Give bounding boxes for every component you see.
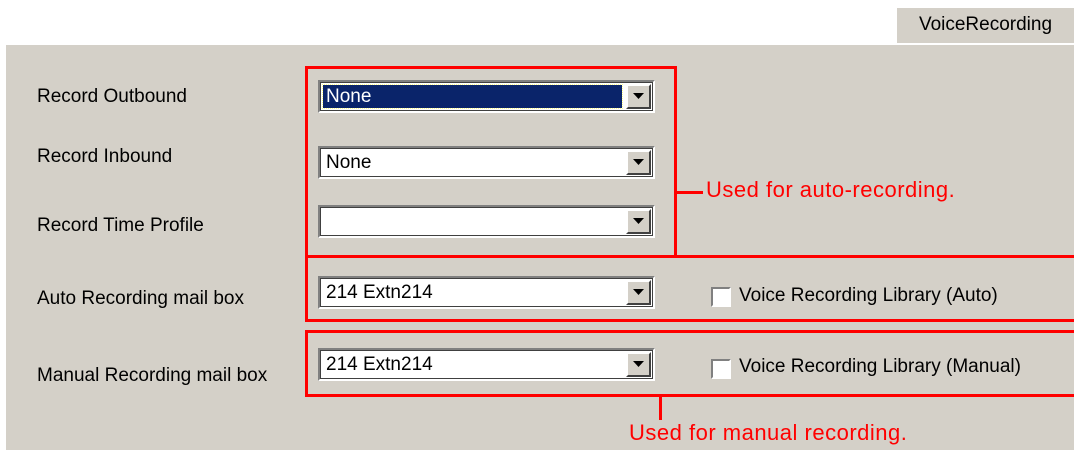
record-time-profile-label: Record Time Profile [37, 215, 204, 236]
manual-recording-annotation: Used for manual recording. [629, 420, 908, 445]
tab-voicerecording[interactable]: VoiceRecording [895, 6, 1074, 43]
highlight-connector [305, 255, 308, 265]
auto-recording-annotation: Used for auto-recording. [706, 177, 956, 202]
tab-label: VoiceRecording [918, 14, 1053, 35]
auto-recording-leader-line [677, 191, 703, 194]
manual-recording-mailbox-label: Manual Recording mail box [37, 365, 268, 386]
record-inbound-label: Record Inbound [37, 146, 173, 167]
auto-recording-highlight-box-bottom [305, 255, 1074, 322]
manual-recording-leader-line [659, 397, 662, 420]
auto-recording-highlight-box-top [305, 66, 677, 258]
record-outbound-label: Record Outbound [37, 86, 187, 107]
auto-recording-mailbox-label: Auto Recording mail box [37, 288, 244, 309]
manual-recording-highlight-box [305, 330, 1074, 397]
